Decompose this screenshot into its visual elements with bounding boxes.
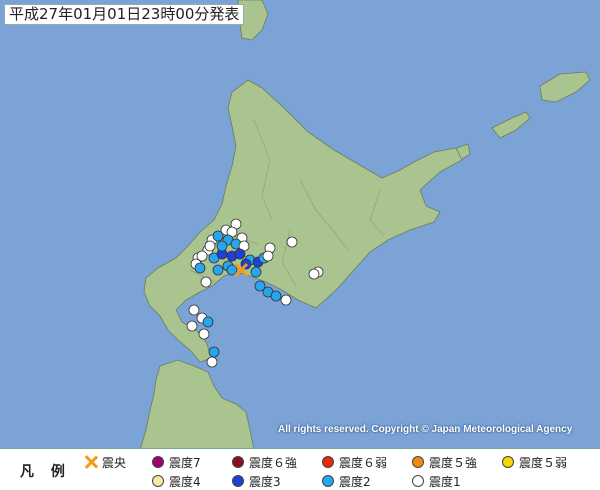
legend-item-shindo-6-upper: 震度６強 (232, 454, 297, 470)
legend-label: 震度５弱 (519, 455, 568, 470)
legend-item-shindo-6-lower: 震度６弱 (322, 454, 387, 470)
legend-item-epicenter: 震央 (84, 454, 126, 470)
station-shindo-2 (270, 290, 282, 302)
legend-item-shindo-4: 震度4 (152, 473, 201, 489)
station-shindo-2 (194, 262, 206, 274)
legend-item-shindo-1: 震度1 (412, 473, 461, 489)
station-shindo-2 (212, 264, 224, 276)
circle-icon (152, 475, 164, 487)
circle-icon (232, 475, 244, 487)
station-shindo-2 (208, 346, 220, 358)
station-shindo-1 (308, 268, 320, 280)
station-shindo-2 (250, 266, 262, 278)
circle-icon (322, 475, 334, 487)
legend-item-shindo-5-lower: 震度５弱 (502, 454, 567, 470)
legend-label: 震度1 (429, 474, 461, 489)
legend-label: 震度５強 (429, 455, 478, 470)
legend-item-shindo-5-upper: 震度５強 (412, 454, 477, 470)
station-shindo-2 (202, 316, 214, 328)
station-shindo-2 (212, 230, 224, 242)
legend-item-shindo-7: 震度7 (152, 454, 201, 470)
circle-icon (412, 475, 424, 487)
station-shindo-1 (262, 250, 274, 262)
legend-heading: 凡 例 (20, 464, 71, 480)
legend-label: 震度7 (169, 455, 201, 470)
legend-label: 震度4 (169, 474, 201, 489)
legend-item-shindo-2: 震度2 (322, 473, 371, 489)
station-shindo-1 (204, 240, 216, 252)
station-shindo-2 (216, 240, 228, 252)
station-shindo-3 (234, 248, 246, 260)
legend-label: 震度3 (249, 474, 281, 489)
copyright-text: All rights reserved. Copyright © Japan M… (278, 424, 573, 435)
station-shindo-1 (186, 320, 198, 332)
station-shindo-1 (206, 356, 218, 368)
legend-label: 震度６弱 (339, 455, 388, 470)
station-shindo-1 (286, 236, 298, 248)
circle-icon (322, 456, 334, 468)
station-shindo-1 (280, 294, 292, 306)
station-shindo-1 (196, 250, 208, 262)
station-shindo-1 (188, 304, 200, 316)
legend-item-shindo-3: 震度3 (232, 473, 281, 489)
circle-icon (152, 456, 164, 468)
station-shindo-1 (200, 276, 212, 288)
legend-label: 震央 (102, 455, 127, 470)
circle-icon (412, 456, 424, 468)
map-stage: 平成27年01月01日23時00分発表 All rights reserved.… (0, 0, 600, 490)
station-shindo-1 (198, 328, 210, 340)
legend-label: 震度６強 (249, 455, 298, 470)
circle-icon (232, 456, 244, 468)
epicenter-x-icon (84, 455, 98, 469)
legend-label: 震度2 (339, 474, 371, 489)
legend: 凡 例 震央 震度7 震度６強 震度６弱 震度５強 震度５弱 震度4 震度3 震… (0, 448, 600, 490)
circle-icon (502, 456, 514, 468)
report-title: 平成27年01月01日23時00分発表 (4, 4, 245, 25)
intensity-map (0, 0, 600, 450)
